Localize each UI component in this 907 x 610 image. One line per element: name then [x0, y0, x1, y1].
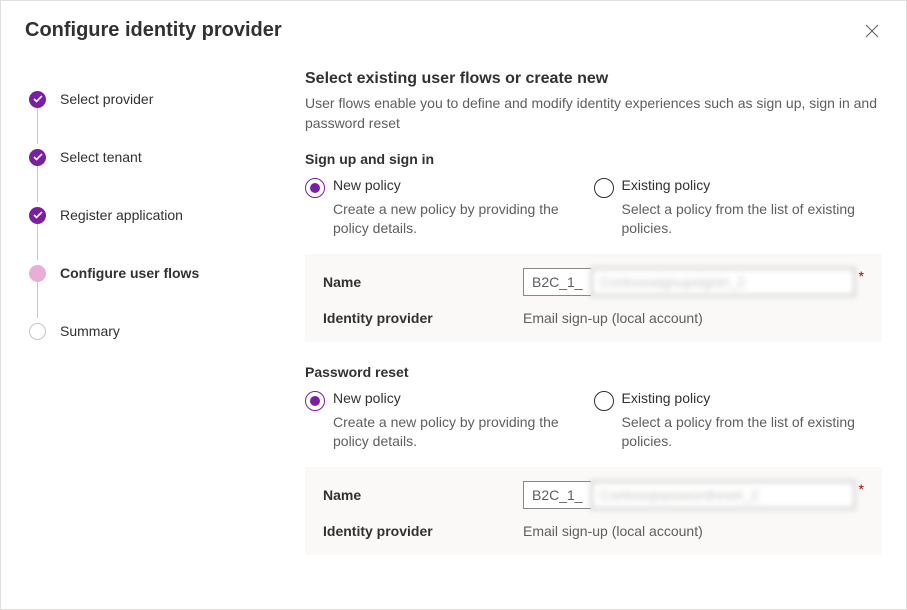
- radio-desc: Create a new policy by providing the pol…: [305, 200, 584, 238]
- configure-identity-provider-panel: Configure identity provider Select provi…: [0, 0, 907, 610]
- required-indicator: *: [859, 481, 864, 497]
- idp-label: Identity provider: [323, 523, 523, 539]
- radio-label: New policy: [333, 390, 401, 406]
- idp-label: Identity provider: [323, 310, 523, 326]
- step-label: Configure user flows: [60, 265, 199, 281]
- radio-desc: Select a policy from the list of existin…: [594, 413, 873, 451]
- panel-header: Configure identity provider: [1, 1, 906, 54]
- step-select-provider[interactable]: Select provider: [29, 70, 281, 128]
- name-label: Name: [323, 274, 523, 290]
- step-select-tenant[interactable]: Select tenant: [29, 128, 281, 186]
- signup-name-input[interactable]: [591, 268, 855, 296]
- radio-desc: Select a policy from the list of existin…: [594, 200, 873, 238]
- pending-step-icon: [29, 323, 46, 340]
- signup-form-block: Name B2C_1_ * Identity provider Email si…: [305, 254, 882, 342]
- panel-title: Configure identity provider: [25, 19, 282, 42]
- name-prefix: B2C_1_: [523, 481, 591, 509]
- main-heading: Select existing user flows or create new: [305, 70, 882, 88]
- step-configure-user-flows[interactable]: Configure user flows: [29, 244, 281, 302]
- policy-choice-password-reset: New policy Create a new policy by provid…: [305, 390, 882, 451]
- section-title-password-reset: Password reset: [305, 364, 882, 380]
- radio-label: Existing policy: [622, 177, 711, 193]
- radio-label: New policy: [333, 177, 401, 193]
- idp-value: Email sign-up (local account): [523, 523, 703, 539]
- radio-new-policy-reset[interactable]: [305, 391, 325, 411]
- policy-choice-signup: New policy Create a new policy by provid…: [305, 177, 882, 238]
- step-label: Summary: [60, 323, 120, 339]
- main-content: Select existing user flows or create new…: [281, 54, 906, 609]
- name-label: Name: [323, 487, 523, 503]
- step-label: Select provider: [60, 91, 153, 107]
- password-reset-form-block: Name B2C_1_ * Identity provider Email si…: [305, 467, 882, 555]
- step-label: Select tenant: [60, 149, 142, 165]
- required-indicator: *: [859, 268, 864, 284]
- radio-existing-policy-reset[interactable]: [594, 391, 614, 411]
- checkmark-icon: [29, 207, 46, 224]
- step-register-application[interactable]: Register application: [29, 186, 281, 244]
- reset-name-input[interactable]: [591, 481, 855, 509]
- checkmark-icon: [29, 149, 46, 166]
- name-prefix: B2C_1_: [523, 268, 591, 296]
- section-title-signup-signin: Sign up and sign in: [305, 151, 882, 167]
- radio-desc: Create a new policy by providing the pol…: [305, 413, 584, 451]
- current-step-icon: [29, 265, 46, 282]
- close-button[interactable]: [862, 21, 882, 41]
- radio-label: Existing policy: [622, 390, 711, 406]
- radio-new-policy-signup[interactable]: [305, 178, 325, 198]
- main-description: User flows enable you to define and modi…: [305, 94, 882, 133]
- radio-existing-policy-signup[interactable]: [594, 178, 614, 198]
- wizard-steps: Select provider Select tenant Register a…: [1, 54, 281, 609]
- step-summary[interactable]: Summary: [29, 302, 281, 360]
- panel-body: Select provider Select tenant Register a…: [1, 54, 906, 609]
- idp-value: Email sign-up (local account): [523, 310, 703, 326]
- checkmark-icon: [29, 91, 46, 108]
- step-label: Register application: [60, 207, 183, 223]
- close-icon: [865, 24, 879, 38]
